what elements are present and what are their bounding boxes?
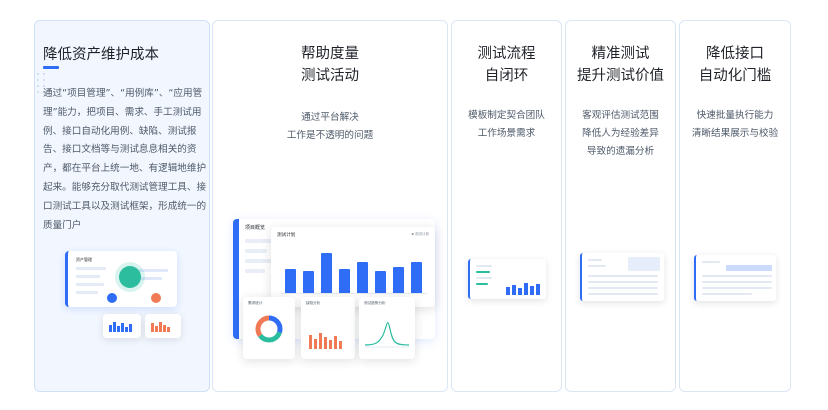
title-line: 测试活动 [301,68,359,84]
device-icon [107,293,117,303]
chart-bar [339,269,350,293]
title-line: 降低接口 [706,46,764,62]
card-title: 降低资产维护成本 [43,47,159,63]
feature-card-metrics[interactable]: 帮助度量 测试活动 通过平台解决 工作是不透明的问题 项目概览 测试计划 ▪ 测… [212,20,448,392]
chart-title: 测试计划 [277,233,296,238]
desc-line: 工作是不透明的问题 [286,130,374,141]
chart-bar [357,262,368,293]
title-line: 提升测试价值 [577,68,664,84]
mini-bar-chart-orange [145,314,181,338]
desc-line: 模板制定契合团队 [468,110,545,121]
feature-card-api-automation[interactable]: 降低接口 自动化门槛 快速批量执行能力 清晰结果展示与校验 [679,20,791,392]
defect-analysis-panel: 缺陷分析 [301,297,355,359]
title-line: 帮助度量 [301,46,359,62]
title-accent-bar [43,66,59,69]
card-title: 测试流程 自闭环 [452,43,561,87]
title-line: 自动化门槛 [698,68,772,84]
chart-bar [393,267,404,293]
desc-line: 降低人为经验差异 [582,128,659,139]
requirement-stats-panel: 需求统计 [243,297,295,359]
test-trend-panel: 测试趋势分析 [359,297,415,359]
card-description: 通过“项目管理”、“用例库”、“应用管理”能力，把项目、需求、手工测试用例、接口… [43,88,207,231]
desc-line: 客观评估测试范围 [582,110,659,121]
title-line: 测试流程 [477,46,536,62]
alert-icon [151,293,161,303]
trend-line-chart [364,322,410,348]
card-title: 帮助度量 测试活动 [213,43,447,87]
panel-label: 测试趋势分析 [364,301,386,305]
folder-icon [119,266,141,288]
desc-line: 导致的遗漏分析 [586,146,655,157]
chart-axis [281,293,427,294]
card-description: 模板制定契合团队 工作场景需求 [452,107,561,143]
title-line: 精准测试 [591,46,650,62]
feature-card-asset-cost[interactable]: 降低资产维护成本 通过“项目管理”、“用例库”、“应用管理”能力，把项目、需求、… [34,20,210,392]
chart-bar [375,271,386,293]
test-plan-chart: 测试计划 ▪ 测试计划 [271,227,435,307]
mini-bar-chart-blue [103,314,141,338]
desc-line: 快速批量执行能力 [696,110,774,121]
chart-bar [411,262,422,293]
chart-legend: ▪ 测试计划 [411,232,430,236]
panel-label: 缺陷分析 [306,301,321,305]
card-description: 通过平台解决 工作是不透明的问题 [213,109,447,145]
overview-label: 项目概览 [245,225,266,231]
card-description: 客观评估测试范围 降低人为经验差异 导致的遗漏分析 [566,107,675,161]
chart-bar [303,271,314,293]
feature-card-precise-testing[interactable]: 精准测试 提升测试价值 客观评估测试范围 降低人为经验差异 导致的遗漏分析 [565,20,676,392]
title-line: 自闭环 [484,68,529,84]
asset-panel-label: 资产管理 [76,257,92,262]
chart-bar [285,269,296,293]
panel-label: 需求统计 [248,301,263,305]
card-description: 快速批量执行能力 清晰结果展示与校验 [680,107,790,143]
donut-chart [255,315,283,343]
desc-line: 通过平台解决 [301,112,359,123]
chart-bar [321,253,332,293]
feature-card-process-loop[interactable]: 测试流程 自闭环 模板制定契合团队 工作场景需求 [451,20,562,392]
desc-line: 清晰结果展示与校验 [691,128,779,139]
desc-line: 工作场景需求 [477,128,536,139]
card-title: 精准测试 提升测试价值 [566,43,675,87]
card-title: 降低接口 自动化门槛 [680,43,790,87]
